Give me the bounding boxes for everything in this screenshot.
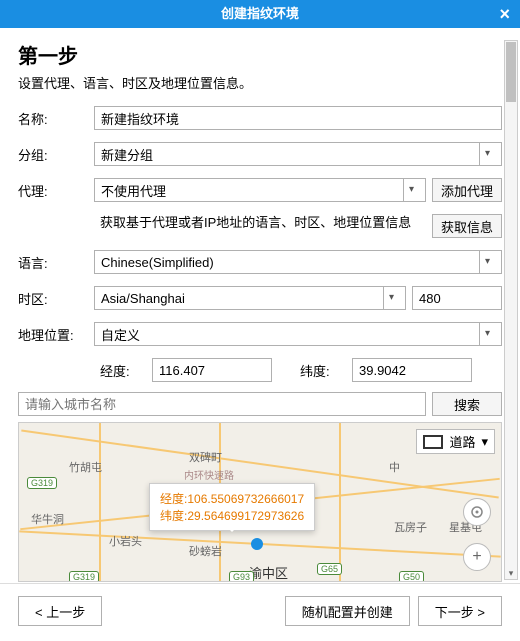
route-badge: G319 xyxy=(27,477,57,489)
language-select[interactable]: Chinese(Simplified) ▾ xyxy=(94,250,502,274)
content-area: 第一步 设置代理、语言、时区及地理位置信息。 名称: 分组: 新建分组 ▾ 代理… xyxy=(0,28,520,583)
map-label: 内环快速路 xyxy=(184,467,234,482)
group-label: 分组: xyxy=(18,145,94,164)
map-layer-select[interactable]: 道路 ▾ xyxy=(416,429,495,454)
timezone-select[interactable]: Asia/Shanghai ▾ xyxy=(94,286,406,310)
locate-button[interactable] xyxy=(463,498,491,526)
group-select[interactable]: 新建分组 ▾ xyxy=(94,142,502,166)
route-badge: G93 xyxy=(229,571,254,582)
random-create-button[interactable]: 随机配置并创建 xyxy=(285,596,410,626)
fetch-info-button[interactable]: 获取信息 xyxy=(432,214,502,238)
lng-input[interactable] xyxy=(152,358,272,382)
footer: < 上一步 随机配置并创建 下一步 > xyxy=(0,583,520,638)
prev-button[interactable]: < 上一步 xyxy=(18,596,102,626)
plus-icon: + xyxy=(472,548,481,566)
add-proxy-button[interactable]: 添加代理 xyxy=(432,178,502,202)
scroll-down-icon[interactable]: ▾ xyxy=(505,567,517,579)
zoom-in-button[interactable]: + xyxy=(463,543,491,571)
next-button[interactable]: 下一步 > xyxy=(418,596,502,626)
titlebar: 创建指纹环境 × xyxy=(0,0,520,28)
geo-select[interactable]: 自定义 ▾ xyxy=(94,322,502,346)
search-button[interactable]: 搜索 xyxy=(432,392,502,416)
map-view[interactable]: 竹胡屯 双碑町 中 内环快速路 华牛洞 小岩头 砂螃岩 瓦房子 星基屯 渝中区 … xyxy=(18,422,502,582)
proxy-note: 获取基于代理或者IP地址的语言、时区、地理位置信息 xyxy=(100,214,426,238)
name-input[interactable] xyxy=(94,106,502,130)
dialog-title: 创建指纹环境 xyxy=(221,6,299,21)
route-badge: G319 xyxy=(69,571,99,582)
map-tooltip: 经度:106.55069732666017 纬度:29.564699172973… xyxy=(149,483,315,531)
proxy-label: 代理: xyxy=(18,181,94,200)
step-subtitle: 设置代理、语言、时区及地理位置信息。 xyxy=(18,73,502,92)
lang-label: 语言: xyxy=(18,253,94,272)
chevron-down-icon: ▾ xyxy=(479,251,495,273)
tz-label: 时区: xyxy=(18,289,94,308)
map-label: 中 xyxy=(389,459,400,475)
chevron-down-icon: ▾ xyxy=(479,143,495,165)
route-badge: G65 xyxy=(317,563,342,575)
map-label: 瓦房子 xyxy=(394,519,427,535)
proxy-select[interactable]: 不使用代理 ▾ xyxy=(94,178,426,202)
chevron-down-icon: ▾ xyxy=(383,287,399,309)
lng-label: 经度: xyxy=(100,361,146,380)
map-label: 华牛洞 xyxy=(31,511,64,527)
chevron-down-icon: ▾ xyxy=(403,179,419,201)
geo-label: 地理位置: xyxy=(18,325,94,344)
map-label: 双碑町 xyxy=(189,449,222,465)
lat-input[interactable] xyxy=(352,358,472,382)
layer-swatch-icon xyxy=(423,435,443,449)
name-label: 名称: xyxy=(18,109,94,128)
city-search-input[interactable] xyxy=(18,392,426,416)
scrollbar-thumb[interactable] xyxy=(506,42,516,102)
locate-icon xyxy=(469,504,485,520)
map-label: 砂螃岩 xyxy=(189,543,222,559)
map-label: 小岩头 xyxy=(109,533,142,549)
route-badge: G50 xyxy=(399,571,424,582)
chevron-down-icon: ▾ xyxy=(479,323,495,345)
tz-offset-input[interactable] xyxy=(412,286,502,310)
map-label: 渝中区 xyxy=(249,563,288,582)
lat-label: 纬度: xyxy=(300,361,346,380)
step-heading: 第一步 xyxy=(18,40,502,69)
map-marker-icon xyxy=(251,538,263,550)
scrollbar[interactable]: ▴ ▾ xyxy=(504,40,518,580)
chevron-down-icon: ▾ xyxy=(481,434,488,450)
close-icon[interactable]: × xyxy=(499,0,510,28)
map-label: 竹胡屯 xyxy=(69,459,102,475)
